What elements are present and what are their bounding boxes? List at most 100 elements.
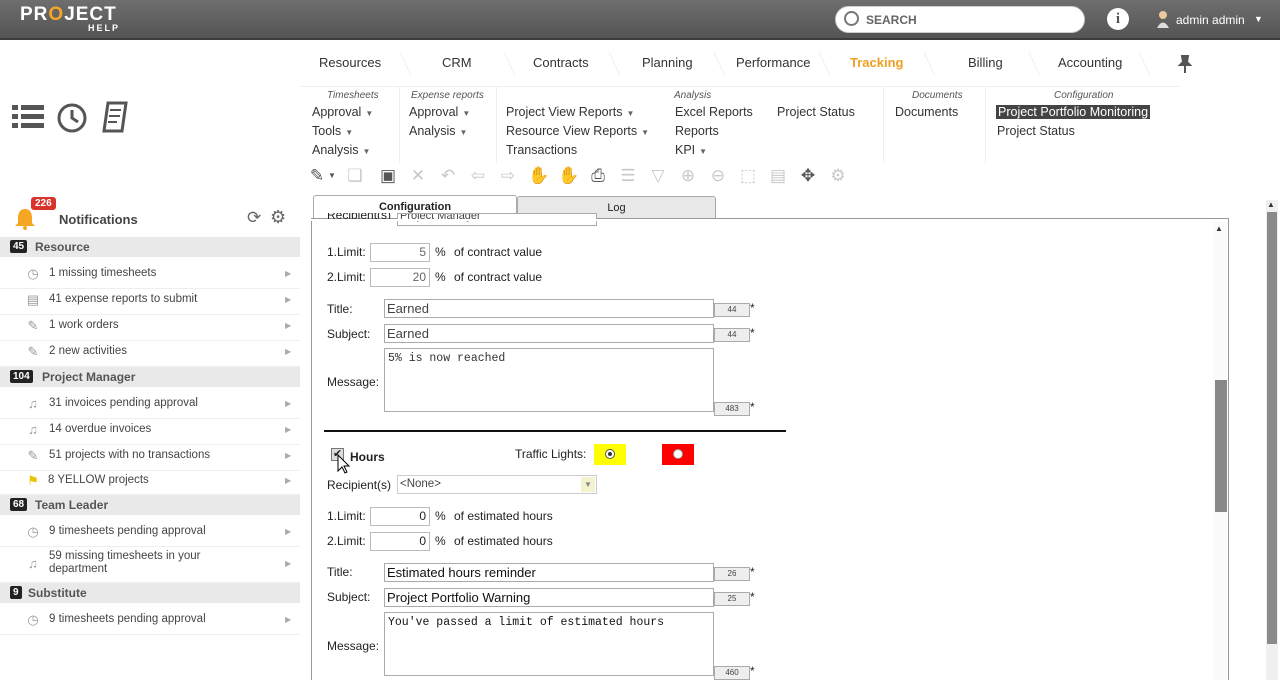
logo-subtitle: HELP: [88, 23, 121, 33]
submenu-config-project-status[interactable]: Project Status: [997, 124, 1075, 138]
limit2-label: 2.Limit:: [327, 534, 366, 548]
submenu-project-portfolio-monitoring[interactable]: Project Portfolio Monitoring: [996, 105, 1151, 119]
list-item[interactable]: ◷ 9 timesheets pending approval ▶: [0, 609, 300, 635]
limit2-input[interactable]: 0: [370, 532, 430, 551]
recipients-select[interactable]: <None>: [397, 475, 597, 494]
submenu-transactions[interactable]: Transactions: [506, 143, 577, 157]
zoom-out-icon[interactable]: ⊖: [708, 165, 728, 187]
gear-icon[interactable]: ⚙: [270, 207, 286, 228]
menu-billing[interactable]: Billing: [968, 55, 1003, 70]
menu-tracking[interactable]: Tracking: [850, 55, 903, 70]
scroll-up-icon[interactable]: ▲: [1215, 224, 1223, 233]
select-icon[interactable]: ⬚: [738, 165, 758, 187]
yellow-light[interactable]: [594, 444, 626, 465]
submenu-timesheets-analysis[interactable]: Analysis ▼: [312, 143, 370, 157]
print-icon[interactable]: ⎙: [588, 165, 608, 187]
gear-icon[interactable]: ⚙: [828, 165, 848, 187]
submenu-project-view-reports[interactable]: Project View Reports ▼: [506, 105, 634, 119]
list-item[interactable]: ✎ 2 new activities ▶: [0, 341, 300, 367]
limit2-input[interactable]: 20: [370, 268, 430, 287]
wand-icon[interactable]: ✎: [307, 165, 327, 187]
menu-accounting[interactable]: Accounting: [1058, 55, 1122, 70]
list-item[interactable]: ◷ 1 missing timesheets ▶: [0, 263, 300, 289]
submenu-expense-analysis[interactable]: Analysis ▼: [409, 124, 467, 138]
delete-icon[interactable]: ✕: [408, 165, 428, 187]
list-item[interactable]: ♫ 31 invoices pending approval ▶: [0, 393, 300, 419]
submenu-timesheets-approval[interactable]: Approval ▼: [312, 105, 373, 119]
clipboard-icon[interactable]: ▤: [768, 165, 788, 187]
submenu-documents[interactable]: Documents: [895, 105, 958, 119]
list-view-icon[interactable]: ☰: [618, 165, 638, 187]
submenu-project-status[interactable]: Project Status: [777, 105, 855, 119]
limit1-input[interactable]: 0: [370, 507, 430, 526]
clock-icon: ◷: [27, 266, 39, 281]
submenu-timesheets-tools[interactable]: Tools ▼: [312, 124, 353, 138]
chevron-down-icon[interactable]: ▼: [1254, 14, 1263, 24]
limit1-input[interactable]: 5: [370, 243, 430, 262]
search-input[interactable]: [866, 11, 1076, 29]
save-icon[interactable]: ▣: [378, 165, 398, 187]
list-item[interactable]: ✎ 1 work orders ▶: [0, 315, 300, 341]
receipt-icon: ▤: [26, 292, 40, 307]
filter-icon[interactable]: ▽: [648, 165, 668, 187]
bell-icon: ♫: [28, 396, 38, 411]
menu-resources[interactable]: Resources: [319, 55, 381, 70]
list-item[interactable]: ▤ 41 expense reports to submit ▶: [0, 289, 300, 315]
list-item[interactable]: ◷ 9 timesheets pending approval ▶: [0, 521, 300, 547]
menu-performance[interactable]: Performance: [736, 55, 810, 70]
char-count: 26: [714, 567, 750, 581]
arrow-right-icon[interactable]: ⇨: [498, 165, 518, 187]
chevron-down-icon[interactable]: ▼: [327, 165, 337, 187]
message-textarea[interactable]: 5% is now reached: [384, 348, 714, 412]
clock-icon[interactable]: [56, 102, 88, 134]
list-item[interactable]: ⚑ 8 YELLOW projects ▶: [0, 471, 300, 495]
search-box[interactable]: [835, 6, 1085, 33]
list-icon[interactable]: [12, 103, 44, 131]
submenu-reports[interactable]: Reports: [675, 124, 719, 138]
subject-input[interactable]: Project Portfolio Warning: [384, 588, 714, 607]
logo[interactable]: PROJECT: [20, 5, 117, 25]
char-count: 483: [714, 402, 750, 416]
arrow-left-icon[interactable]: ⇦: [468, 165, 488, 187]
page-scroll-thumb[interactable]: [1267, 212, 1277, 644]
report-icon[interactable]: [100, 100, 132, 134]
message-textarea[interactable]: You've passed a limit of estimated hours: [384, 612, 714, 676]
traffic-lights-label: Traffic Lights:: [515, 447, 587, 461]
info-icon[interactable]: i: [1107, 8, 1129, 30]
chevron-right-icon: ▶: [285, 295, 292, 304]
mouse-cursor-icon: [337, 454, 351, 474]
panel-scroll-thumb[interactable]: [1215, 380, 1227, 512]
chevron-right-icon: ▶: [285, 451, 292, 460]
list-item[interactable]: ♫ 14 overdue invoices ▶: [0, 419, 300, 445]
user-name[interactable]: admin admin: [1176, 13, 1245, 27]
new-document-icon[interactable]: ❏: [345, 165, 365, 187]
refresh-icon[interactable]: ⟳: [247, 208, 261, 228]
list-item[interactable]: ♫ 59 missing timesheets in your departmen…: [0, 547, 300, 583]
menu-contracts[interactable]: Contracts: [533, 55, 589, 70]
title-input[interactable]: Estimated hours reminder: [384, 563, 714, 582]
group-project-manager[interactable]: 104 Project Manager: [0, 367, 300, 387]
group-resource[interactable]: 45 Resource: [0, 237, 300, 257]
menu-crm[interactable]: CRM: [442, 55, 472, 70]
submenu-excel-reports[interactable]: Excel Reports: [675, 105, 753, 119]
submenu-expense-approval[interactable]: Approval ▼: [409, 105, 470, 119]
red-light[interactable]: [662, 444, 694, 465]
required-mark: *: [750, 590, 755, 604]
chevron-down-icon[interactable]: ▼: [581, 477, 595, 492]
group-team-leader[interactable]: 68 Team Leader: [0, 495, 300, 515]
submenu-kpi[interactable]: KPI ▼: [675, 143, 707, 157]
pin-icon[interactable]: [1177, 55, 1193, 73]
menu-planning[interactable]: Planning: [642, 55, 693, 70]
fit-icon[interactable]: ✥: [798, 165, 818, 187]
subject-input[interactable]: Earned: [384, 324, 714, 343]
zoom-in-icon[interactable]: ⊕: [678, 165, 698, 187]
submenu-resource-view-reports[interactable]: Resource View Reports ▼: [506, 124, 649, 138]
thumb-down-icon[interactable]: ✋: [528, 165, 549, 187]
scroll-up-icon[interactable]: ▲: [1267, 200, 1275, 209]
percent-label: %: [435, 534, 446, 548]
title-input[interactable]: Earned: [384, 299, 714, 318]
list-item[interactable]: ✎ 51 projects with no transactions ▶: [0, 445, 300, 471]
thumb-up-icon[interactable]: ✋: [558, 165, 579, 187]
group-substitute[interactable]: 9 Substitute: [0, 583, 300, 603]
undo-icon[interactable]: ↶: [438, 165, 458, 187]
